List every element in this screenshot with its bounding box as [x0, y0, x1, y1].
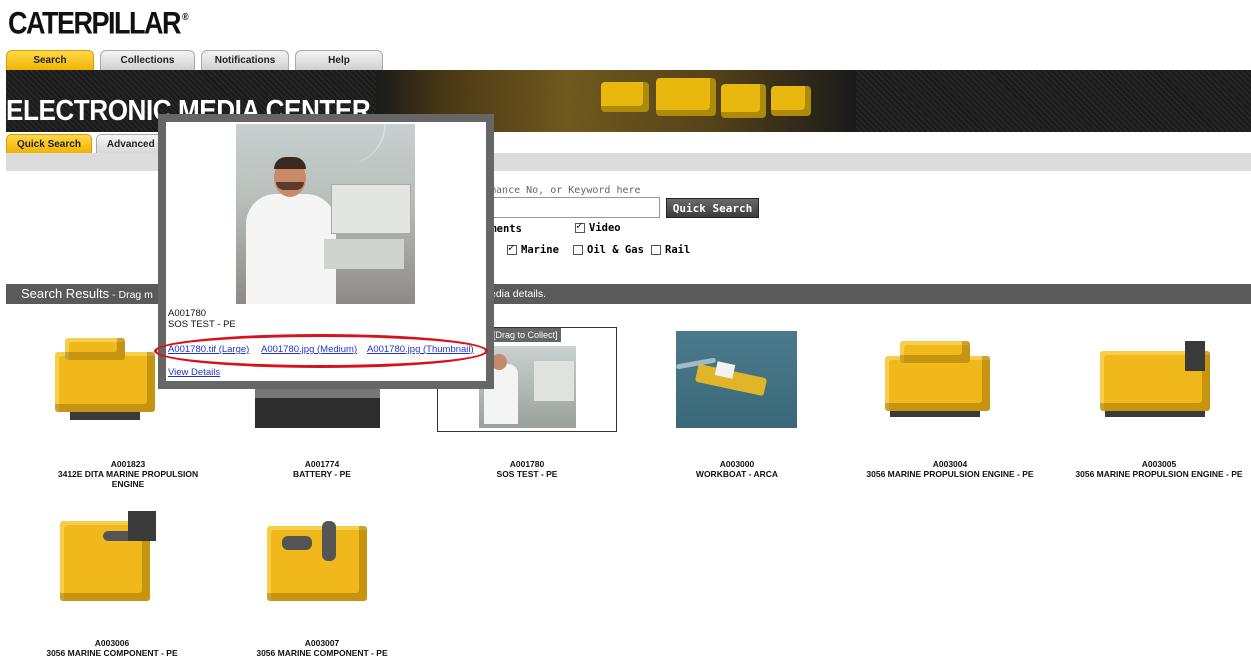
tab-notifications[interactable]: Notifications	[201, 50, 289, 70]
result-caption: A003004 3056 MARINE PROPULSION ENGINE - …	[860, 459, 1040, 479]
result-name: 3412E DITA MARINE PROPULSION ENGINE	[57, 469, 199, 489]
result-caption: A003006 3056 MARINE COMPONENT - PE	[22, 638, 202, 658]
preview-media-name: SOS TEST - PE	[168, 319, 236, 330]
main-tabs: Search Collections Notifications Help	[6, 50, 389, 70]
filter-rail-label: Rail	[665, 244, 691, 256]
tab-search[interactable]: Search	[6, 50, 94, 70]
results-hint: - Drag m	[109, 289, 153, 301]
tab-help[interactable]: Help	[295, 50, 383, 70]
result-id: A003007	[304, 638, 340, 648]
result-thumbnail[interactable]	[50, 330, 165, 430]
quick-search-button[interactable]: Quick Search	[666, 198, 759, 218]
result-id: A003000	[719, 459, 755, 469]
result-thumbnail[interactable]	[880, 336, 1000, 428]
filter-video-label: Video	[589, 222, 621, 234]
result-name: SOS TEST - PE	[496, 469, 558, 479]
results-title: Search Results	[21, 286, 110, 301]
result-id: A001780	[509, 459, 545, 469]
filter-oil-gas-label: Oil & Gas	[587, 244, 644, 256]
marine-checkbox[interactable]	[507, 241, 517, 255]
caterpillar-logo: CATERPILLAR ®	[8, 6, 189, 42]
filter-marine[interactable]: Marine	[507, 241, 559, 256]
tab-advanced-search[interactable]: Advanced S	[95, 134, 166, 169]
result-thumbnail[interactable]	[676, 331, 797, 428]
result-name: WORKBOAT - ARCA	[695, 469, 779, 479]
media-preview-popup: A001780 SOS TEST - PE A001780.tif (Large…	[154, 114, 494, 389]
preview-media-id: A001780	[168, 308, 207, 319]
filter-oil-gas[interactable]: Oil & Gas	[573, 244, 644, 256]
result-id: A003004	[932, 459, 968, 469]
result-caption: A003000 WORKBOAT - ARCA	[647, 459, 827, 479]
result-caption: A001774 BATTERY - PE	[232, 459, 412, 479]
rail-checkbox[interactable]	[651, 245, 661, 255]
result-caption: A003007 3056 MARINE COMPONENT - PE	[232, 638, 412, 658]
filter-rail[interactable]: Rail	[651, 244, 690, 256]
tab-collections[interactable]: Collections	[100, 50, 195, 70]
filter-marine-label: Marine	[521, 244, 559, 256]
view-details-link[interactable]: View Details	[168, 367, 220, 378]
oil-gas-checkbox[interactable]	[573, 245, 583, 255]
result-name: 3056 MARINE PROPULSION ENGINE - PE	[866, 469, 1034, 479]
download-thumbnail-link[interactable]: A001780.jpg (Thumbnail)	[367, 344, 474, 355]
result-caption: A001823 3412E DITA MARINE PROPULSION ENG…	[38, 459, 218, 489]
download-medium-link[interactable]: A001780.jpg (Medium)	[261, 344, 357, 355]
search-input[interactable]	[480, 197, 660, 218]
preview-photo	[236, 124, 415, 304]
result-id: A001823	[110, 459, 146, 469]
search-hint: rmance No, or Keyword here	[484, 185, 641, 196]
filter-video[interactable]: Video	[575, 219, 621, 234]
result-thumbnail[interactable]	[58, 511, 158, 607]
result-id: A001774	[304, 459, 340, 469]
logo-text: CATERPILLAR	[8, 6, 182, 41]
result-id: A003006	[94, 638, 130, 648]
result-name: BATTERY - PE	[293, 469, 351, 479]
results-hint-tail: edia details.	[490, 288, 547, 300]
result-thumbnail[interactable]	[262, 511, 372, 607]
result-caption: A001780 SOS TEST - PE	[437, 459, 617, 479]
video-checkbox[interactable]	[575, 219, 585, 233]
result-caption: A003005 3056 MARINE PROPULSION ENGINE - …	[1069, 459, 1249, 479]
tab-quick-search[interactable]: Quick Search	[6, 134, 92, 153]
result-id: A003005	[1141, 459, 1177, 469]
registered-mark: ®	[182, 10, 189, 23]
result-name: 3056 MARINE COMPONENT - PE	[256, 648, 388, 658]
sub-tabs: Quick Search Advanced S	[6, 134, 170, 169]
download-large-link[interactable]: A001780.tif (Large)	[168, 344, 249, 355]
result-name: 3056 MARINE COMPONENT - PE	[46, 648, 178, 658]
result-thumbnail[interactable]	[1090, 336, 1222, 428]
result-name: 3056 MARINE PROPULSION ENGINE - PE	[1075, 469, 1243, 479]
